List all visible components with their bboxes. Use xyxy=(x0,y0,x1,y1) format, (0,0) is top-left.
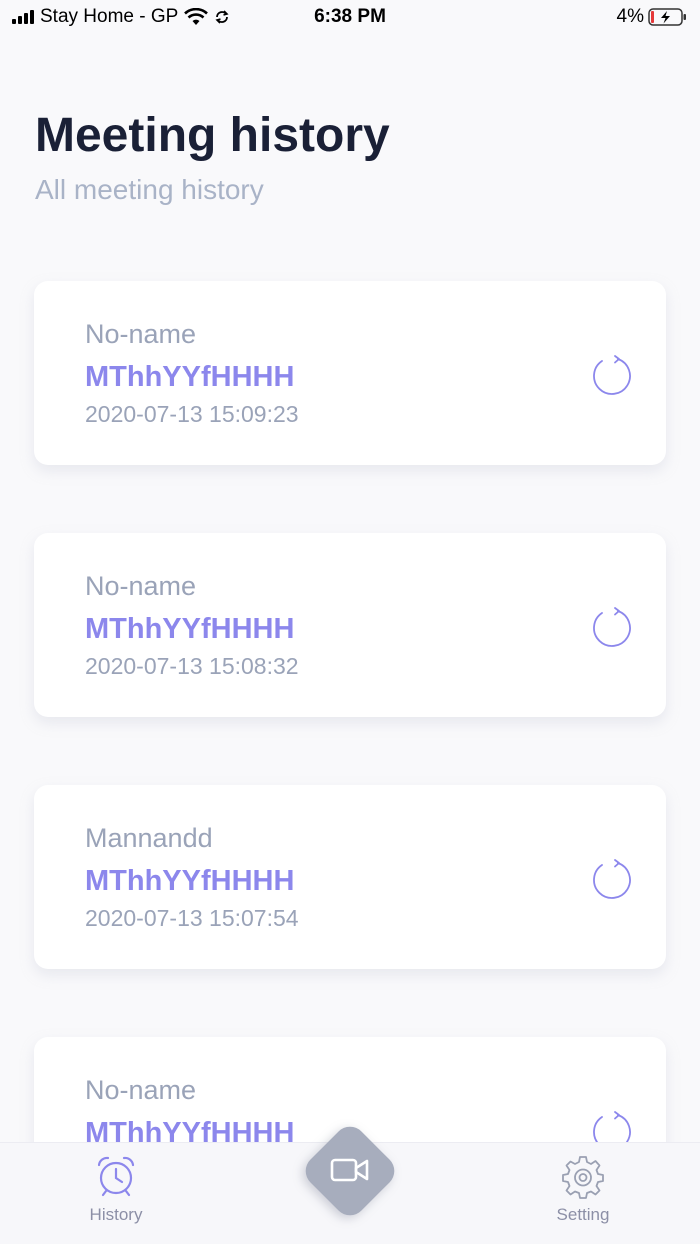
gear-icon xyxy=(562,1156,604,1199)
start-meeting-button[interactable] xyxy=(299,1120,401,1222)
meeting-name: No-name xyxy=(85,1075,197,1105)
wifi-icon xyxy=(184,8,209,25)
meeting-code: MThhYYfHHHH xyxy=(85,361,295,393)
meeting-time: 2020-07-13 15:08:32 xyxy=(85,653,299,679)
meeting-name: Mannandd xyxy=(85,823,213,853)
tab-history[interactable]: History xyxy=(61,1153,171,1225)
page-subtitle: All meeting history xyxy=(35,174,264,205)
status-left: Stay Home - GP xyxy=(12,6,230,28)
refresh-icon[interactable] xyxy=(588,353,634,399)
refresh-icon[interactable] xyxy=(588,605,634,651)
tab-history-label: History xyxy=(89,1205,143,1224)
meeting-time: 2020-07-13 15:09:23 xyxy=(85,401,299,427)
battery-percent: 4% xyxy=(616,6,644,27)
tab-setting-label: Setting xyxy=(556,1205,610,1224)
alarm-clock-icon xyxy=(97,1156,135,1197)
meeting-name: No-name xyxy=(85,571,197,601)
battery-charging-icon xyxy=(648,8,686,26)
page-title: Meeting history xyxy=(35,109,390,162)
status-bar: Stay Home - GP 6:38 PM 4% xyxy=(0,0,700,40)
tab-setting[interactable]: Setting xyxy=(528,1153,638,1225)
signal-bars-icon xyxy=(12,10,34,24)
status-right: 4% xyxy=(617,6,688,28)
carrier-label: Stay Home - GP xyxy=(40,6,179,27)
meeting-card[interactable]: No-name MThhYYfHHHH 2020-07-13 15:09:23 xyxy=(34,281,666,465)
meeting-code: MThhYYfHHHH xyxy=(85,865,295,897)
meeting-name: No-name xyxy=(85,319,197,349)
meeting-card[interactable]: No-name MThhYYfHHHH 2020-07-13 15:08:32 xyxy=(34,533,666,717)
refresh-icon[interactable] xyxy=(588,857,634,903)
meeting-code: MThhYYfHHHH xyxy=(85,613,295,645)
sync-icon xyxy=(215,10,229,24)
meeting-card[interactable]: Mannandd MThhYYfHHHH 2020-07-13 15:07:54 xyxy=(34,785,666,969)
meeting-time: 2020-07-13 15:07:54 xyxy=(85,905,299,931)
video-camera-icon xyxy=(330,1158,369,1182)
